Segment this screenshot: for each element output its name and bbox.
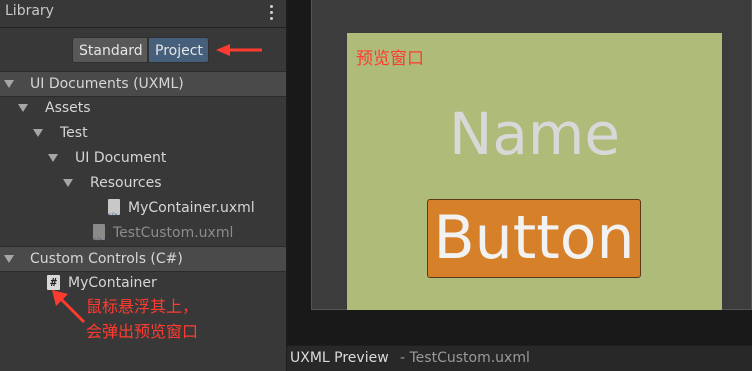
red-diagonal-arrow-icon <box>52 290 86 324</box>
uxml-file-icon <box>108 199 120 227</box>
tree-item-label: Custom Controls (C#) <box>30 251 183 267</box>
tree-item-label: Resources <box>90 175 162 191</box>
tree-item-label: Test <box>60 125 88 141</box>
tree-item-mycontainer[interactable]: # MyContainer <box>0 271 286 295</box>
expand-triangle-icon[interactable] <box>4 80 14 88</box>
expand-triangle-icon[interactable] <box>33 129 43 137</box>
expand-triangle-icon[interactable] <box>63 179 73 187</box>
tree-item-testcustom-uxml[interactable]: TestCustom.uxml <box>0 221 286 252</box>
tree-section-custom-controls[interactable]: Custom Controls (C#) <box>0 246 286 272</box>
uxml-preview-footer: UXML Preview - TestCustom.uxml <box>287 346 752 371</box>
tree-item-assets[interactable]: Assets <box>0 96 286 120</box>
standard-toggle-button[interactable]: Standard <box>72 37 148 63</box>
library-title: Library <box>5 3 54 19</box>
tree-item-label: TestCustom.uxml <box>113 225 234 241</box>
expand-triangle-icon[interactable] <box>18 104 28 112</box>
tree-item-label: UI Document <box>75 150 167 166</box>
project-toggle-button[interactable]: Project <box>148 37 209 63</box>
expand-triangle-icon[interactable] <box>48 154 58 162</box>
footer-subtitle: - TestCustom.uxml <box>400 350 530 366</box>
tree-item-label: Assets <box>45 100 91 116</box>
tree-item-label: MyContainer.uxml <box>128 200 255 216</box>
tree-item-test[interactable]: Test <box>0 121 286 145</box>
uxml-file-icon <box>93 224 105 252</box>
preview-window-caption: 预览窗口 <box>356 49 424 69</box>
preview-button[interactable]: Button <box>427 199 641 278</box>
hover-note-line1: 鼠标悬浮其上， <box>86 297 199 316</box>
more-options-icon[interactable] <box>268 5 274 23</box>
header-divider <box>0 27 286 28</box>
tree-item-resources[interactable]: Resources <box>0 171 286 195</box>
tree-section-ui-documents[interactable]: UI Documents (UXML) <box>0 71 286 97</box>
footer-title: UXML Preview <box>290 350 389 366</box>
preview-name-label: Name <box>448 100 621 168</box>
tree-item-mycontainer-uxml[interactable]: MyContainer.uxml <box>0 196 286 227</box>
hover-note-line2: 会弹出预览窗口 <box>86 322 199 341</box>
expand-triangle-icon[interactable] <box>4 255 14 263</box>
tree-item-ui-document[interactable]: UI Document <box>0 146 286 170</box>
red-arrow-icon <box>216 44 262 56</box>
tree-item-label: UI Documents (UXML) <box>30 76 184 92</box>
